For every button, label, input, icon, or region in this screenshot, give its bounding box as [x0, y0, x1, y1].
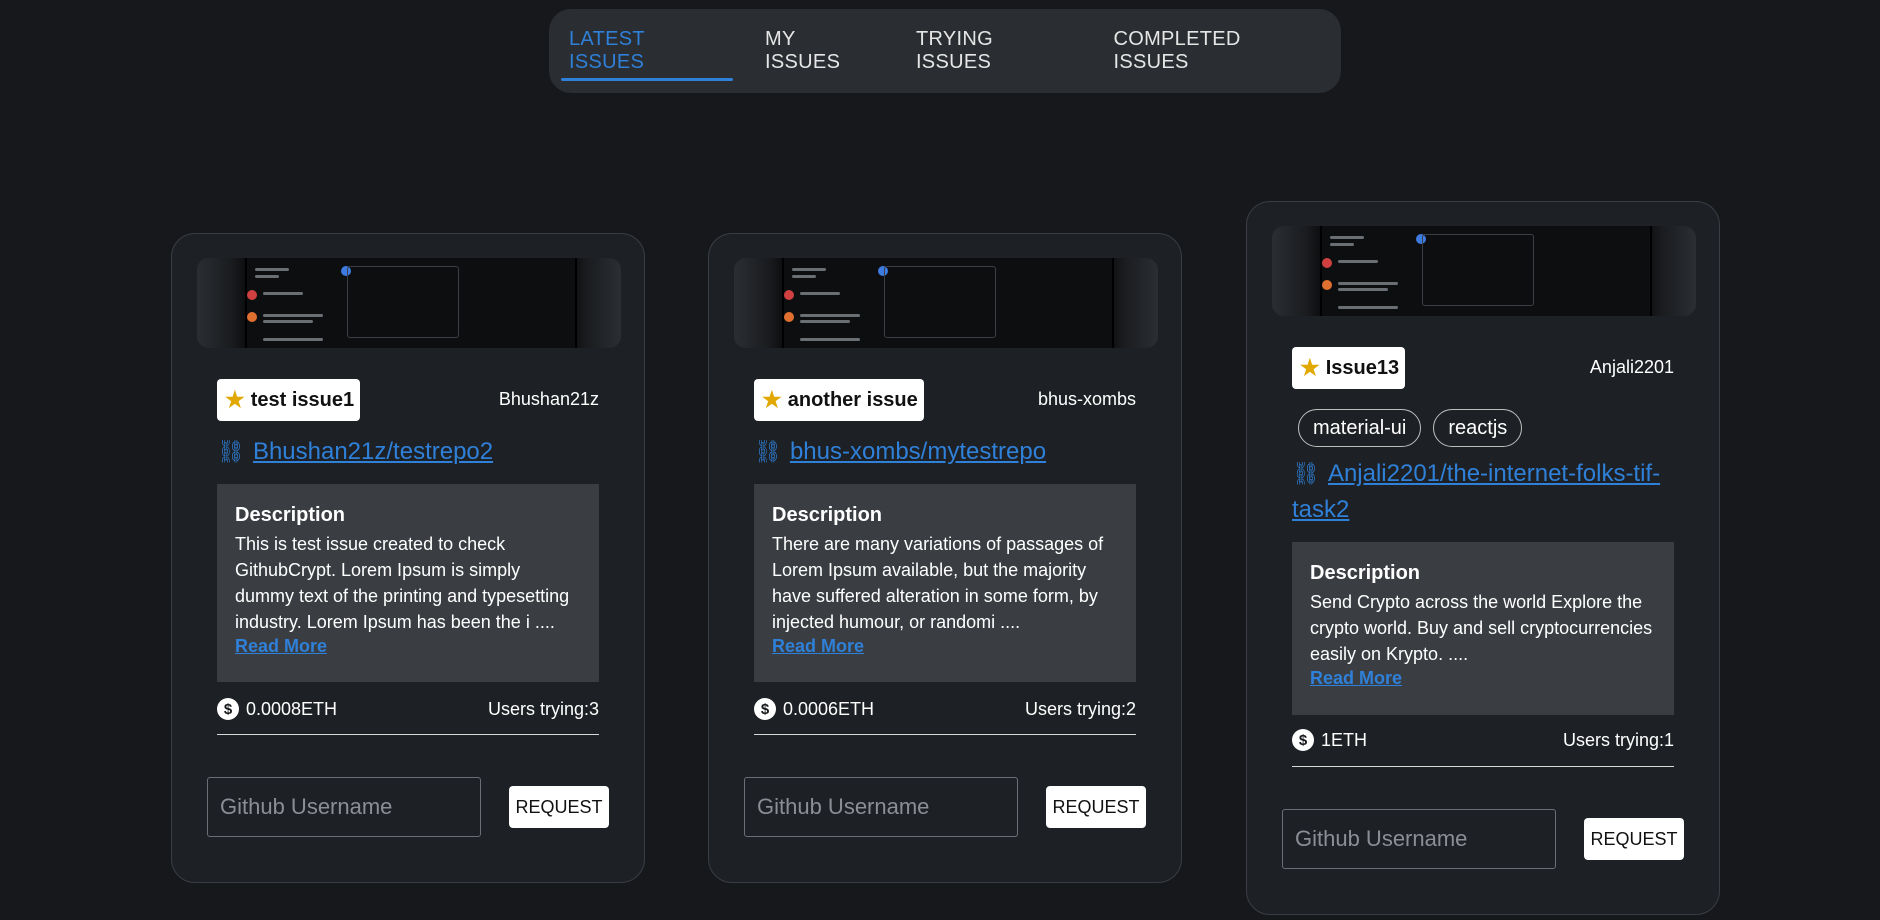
repo-link-text: Anjali2201/the-internet-folks-tif-task2: [1292, 460, 1661, 523]
issue-owner: Anjali2201: [1589, 357, 1674, 377]
issue-title: test issue1: [250, 388, 355, 411]
issue-card: ★ another issue bhus-xombs ⛓ bhus-xombs/m…: [708, 233, 1182, 883]
github-username-input[interactable]: [207, 777, 481, 837]
users-trying-count: Users trying:1: [1562, 729, 1674, 750]
repo-link[interactable]: ⛓ bhus-xombs/mytestrepo: [754, 434, 1136, 470]
link-icon: ⛓: [1292, 461, 1320, 486]
description-box: Description Send Crypto across the world…: [1292, 542, 1674, 715]
dollar-coin-icon: $: [217, 698, 239, 720]
issue-owner: bhus-xombs: [1037, 389, 1136, 409]
tab-completed-issues[interactable]: COMPLETED ISSUES: [1093, 9, 1341, 93]
star-icon: ★: [762, 387, 782, 412]
star-icon: ★: [225, 387, 245, 412]
issue-title: Issue13: [1325, 356, 1400, 379]
divider: [754, 734, 1136, 735]
description-heading: Description: [772, 504, 883, 526]
issue-meta: $ 0.0008ETH Users trying:3: [217, 694, 599, 724]
description-box: Description There are many variations of…: [754, 484, 1136, 682]
price-value: 0.0008ETH: [246, 698, 338, 719]
bounty-price: $ 0.0006ETH: [754, 698, 874, 720]
issue-screenshot-thumbnail: [197, 258, 621, 348]
issue-meta: $ 1ETH Users trying:1: [1292, 725, 1674, 755]
repo-link[interactable]: ⛓ Anjali2201/the-internet-folks-tif-task2: [1292, 456, 1674, 528]
issue-card: ★ test issue1 Bhushan21z ⛓ Bhushan21z/tes…: [171, 233, 645, 883]
issue-owner: Bhushan21z: [498, 389, 599, 409]
tag-list: material-ui reactjs: [1298, 409, 1523, 447]
github-username-input[interactable]: [744, 777, 1018, 837]
dollar-coin-icon: $: [754, 698, 776, 720]
issue-title-chip: ★ another issue: [754, 379, 924, 421]
issue-meta: $ 0.0006ETH Users trying:2: [754, 694, 1136, 724]
request-button[interactable]: REQUEST: [1046, 786, 1146, 828]
description-text: This is test issue created to check Gith…: [235, 534, 570, 632]
divider: [1292, 766, 1674, 767]
tab-latest-issues[interactable]: LATEST ISSUES: [549, 9, 745, 93]
divider: [217, 734, 599, 735]
repo-link[interactable]: ⛓ Bhushan21z/testrepo2: [217, 434, 599, 470]
read-more-link[interactable]: Read More: [772, 636, 864, 657]
issue-screenshot-thumbnail: [734, 258, 1158, 348]
description-heading: Description: [235, 504, 346, 526]
link-icon: ⛓: [754, 439, 782, 464]
issues-tab-bar: LATEST ISSUES MY ISSUES TRYING ISSUES CO…: [549, 9, 1341, 93]
tab-my-issues[interactable]: MY ISSUES: [745, 9, 896, 93]
tag-chip: reactjs: [1433, 409, 1523, 447]
tab-trying-issues[interactable]: TRYING ISSUES: [896, 9, 1094, 93]
link-icon: ⛓: [217, 439, 245, 464]
github-username-input[interactable]: [1282, 809, 1556, 869]
request-button[interactable]: REQUEST: [1584, 818, 1684, 860]
request-button[interactable]: REQUEST: [509, 786, 609, 828]
repo-link-text: bhus-xombs/mytestrepo: [789, 438, 1047, 465]
dollar-coin-icon: $: [1292, 729, 1314, 751]
users-trying-count: Users trying:2: [1024, 698, 1136, 719]
issue-title: another issue: [787, 388, 918, 411]
repo-link-text: Bhushan21z/testrepo2: [252, 438, 494, 465]
issue-card: ★ Issue13 Anjali2201 material-ui reactjs…: [1246, 201, 1720, 915]
users-trying-count: Users trying:3: [487, 698, 599, 719]
read-more-link[interactable]: Read More: [235, 636, 327, 657]
issue-title-chip: ★ test issue1: [217, 379, 361, 421]
star-icon: ★: [1300, 355, 1320, 380]
description-box: Description This is test issue created t…: [217, 484, 599, 682]
price-value: 1ETH: [1321, 729, 1368, 750]
tag-chip: material-ui: [1298, 409, 1422, 447]
description-heading: Description: [1310, 562, 1421, 584]
price-value: 0.0006ETH: [783, 698, 875, 719]
issue-title-chip: ★ Issue13: [1292, 347, 1406, 389]
bounty-price: $ 0.0008ETH: [217, 698, 337, 720]
description-text: There are many variations of passages of…: [772, 534, 1104, 632]
issue-screenshot-thumbnail: [1272, 226, 1696, 316]
description-text: Send Crypto across the world Explore the…: [1310, 592, 1653, 664]
read-more-link[interactable]: Read More: [1310, 668, 1402, 689]
bounty-price: $ 1ETH: [1292, 729, 1367, 751]
